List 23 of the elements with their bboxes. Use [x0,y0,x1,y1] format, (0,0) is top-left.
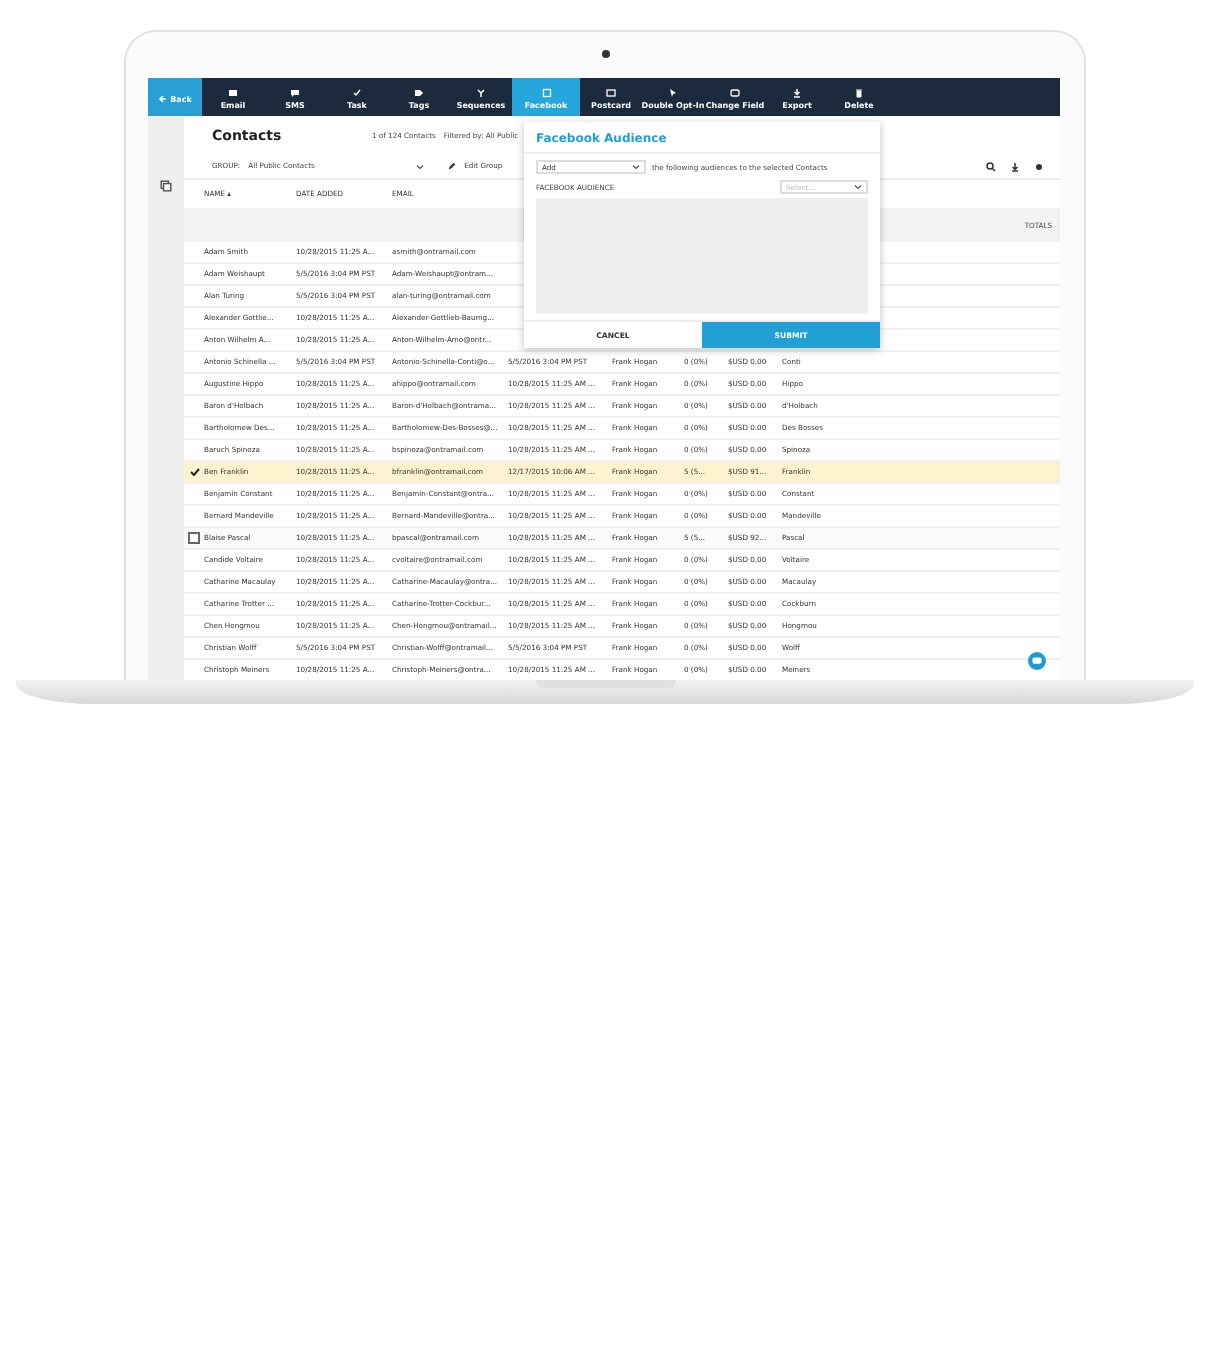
caret-icon [854,184,862,190]
tag-icon [414,88,424,98]
envelope-icon [228,88,238,98]
card-icon [606,88,616,98]
caret-icon [416,163,425,169]
search-icon[interactable] [986,161,996,171]
chat-icon [290,88,300,98]
download-icon[interactable] [1010,161,1020,171]
arrow-left-icon [158,94,169,104]
check-icon[interactable] [189,468,199,476]
branch-icon [476,88,486,98]
trash-icon [854,88,864,98]
cursor-icon [668,88,678,98]
square-icon [541,88,551,98]
copy-icon[interactable] [160,180,172,192]
rectangle-icon [730,88,740,98]
camera-dot [602,50,610,58]
checkbox[interactable] [188,532,200,544]
check-icon [352,88,362,98]
chat-icon[interactable] [1028,652,1046,670]
caret-icon [632,164,640,170]
download-icon [792,88,802,98]
pencil-icon[interactable] [448,162,457,170]
